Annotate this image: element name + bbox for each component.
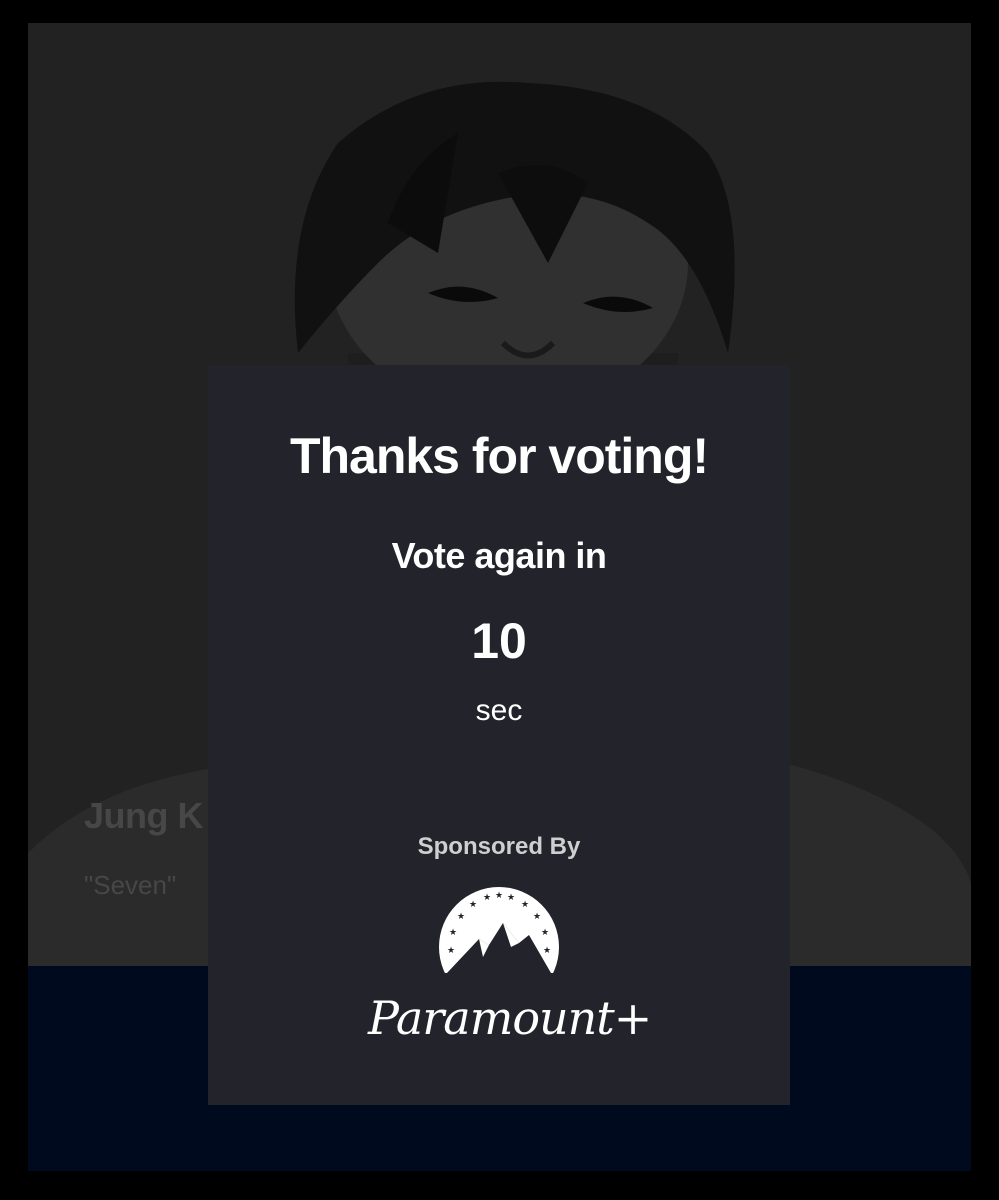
svg-text:★: ★ — [449, 928, 457, 938]
svg-text:★: ★ — [521, 900, 529, 910]
modal-title: Thanks for voting! — [289, 428, 709, 484]
svg-text:★: ★ — [507, 893, 515, 903]
sponsor-brand-name: Paramount+ — [368, 991, 652, 1045]
svg-text:★: ★ — [543, 946, 551, 956]
vote-again-label: Vote again in — [391, 535, 607, 576]
sponsored-by-label: Sponsored By — [417, 833, 581, 860]
svg-text:★: ★ — [469, 900, 477, 910]
vote-confirmation-modal: Thanks for voting! Vote again in 10 sec … — [208, 365, 790, 1105]
nominee-name: Jung K — [84, 795, 204, 836]
svg-text:★: ★ — [541, 928, 549, 938]
paramount-mountain-icon: ★ ★ ★ ★ ★ ★ ★ ★ ★ ★ ★ — [439, 887, 559, 973]
countdown-unit: sec — [475, 694, 523, 727]
svg-text:★: ★ — [495, 891, 503, 901]
svg-text:★: ★ — [533, 912, 541, 922]
svg-text:★: ★ — [483, 893, 491, 903]
sponsor-logo: ★ ★ ★ ★ ★ ★ ★ ★ ★ ★ ★ Paramount+ — [368, 887, 652, 1051]
nominee-song: "Seven" — [84, 870, 177, 900]
svg-text:★: ★ — [447, 946, 455, 956]
svg-text:★: ★ — [457, 912, 465, 922]
countdown-value: 10 — [471, 613, 527, 669]
